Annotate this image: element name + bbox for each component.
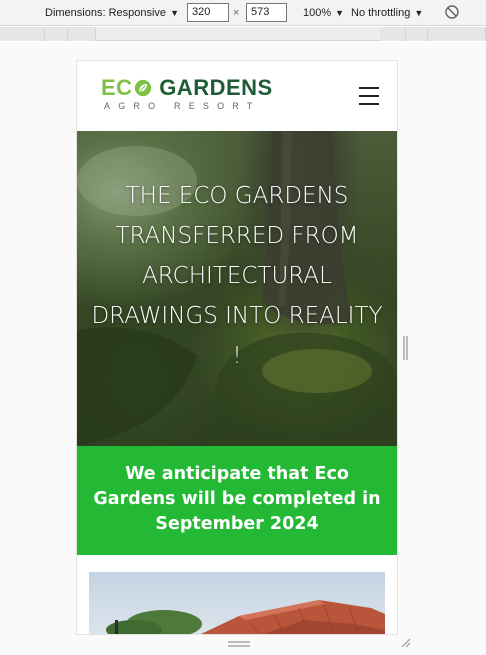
leaf-icon	[134, 79, 151, 97]
ruler-segment[interactable]	[45, 27, 68, 41]
ruler-segment[interactable]	[406, 27, 428, 41]
resize-handle-right[interactable]	[403, 336, 408, 360]
devtools-device-toolbar: Dimensions: Responsive ▼ 320 × 573 100% ▼ …	[0, 0, 486, 26]
caret-down-icon: ▼	[170, 8, 179, 18]
hero-section: THE ECO GARDENS TRANSFERRED FROM ARCHITE…	[77, 131, 397, 446]
site-logo[interactable]: EC GARDENS AGRO RESORT	[101, 75, 281, 115]
ruler-segment[interactable]	[428, 27, 486, 41]
logo-tagline: AGRO RESORT	[104, 101, 261, 111]
completion-banner: We anticipate that Eco Gardens will be c…	[77, 446, 397, 555]
ruler-segment[interactable]	[380, 27, 406, 41]
device-viewport: EC GARDENS AGRO RESORT THE ECO GARDENS T…	[77, 61, 397, 634]
media-query-bar	[0, 27, 486, 41]
ruler-segment[interactable]	[68, 27, 96, 41]
throttling-label: No throttling	[351, 7, 411, 19]
throttling-dropdown[interactable]: No throttling ▼	[351, 7, 423, 19]
zoom-label: 100%	[303, 7, 332, 19]
roof-image	[106, 600, 385, 634]
dimensions-label: Dimensions: Responsive	[45, 7, 167, 19]
rotate-icon[interactable]	[444, 4, 460, 20]
logo-gardens-text: GARDENS	[159, 75, 273, 100]
hamburger-menu-icon[interactable]	[359, 87, 381, 105]
logo-eco-text: EC	[101, 75, 133, 100]
resort-roof-photo	[89, 572, 385, 634]
times-sign: ×	[233, 7, 240, 19]
caret-down-icon: ▼	[335, 8, 345, 18]
logo-wordmark: EC GARDENS	[101, 75, 273, 101]
resize-handle-bottom[interactable]	[228, 641, 250, 647]
completion-banner-text: We anticipate that Eco Gardens will be c…	[93, 464, 381, 534]
height-input[interactable]: 573	[246, 3, 287, 22]
ruler-segment[interactable]	[0, 27, 45, 41]
hero-title: THE ECO GARDENS TRANSFERRED FROM ARCHITE…	[91, 183, 383, 369]
caret-down-icon: ▼	[414, 8, 424, 18]
dimensions-dropdown[interactable]: Dimensions: Responsive ▼	[45, 7, 179, 19]
width-input[interactable]: 320	[187, 3, 229, 22]
site-header: EC GARDENS AGRO RESORT	[77, 61, 397, 131]
zoom-dropdown[interactable]: 100% ▼	[303, 7, 344, 19]
resize-corner-icon[interactable]	[401, 638, 411, 648]
